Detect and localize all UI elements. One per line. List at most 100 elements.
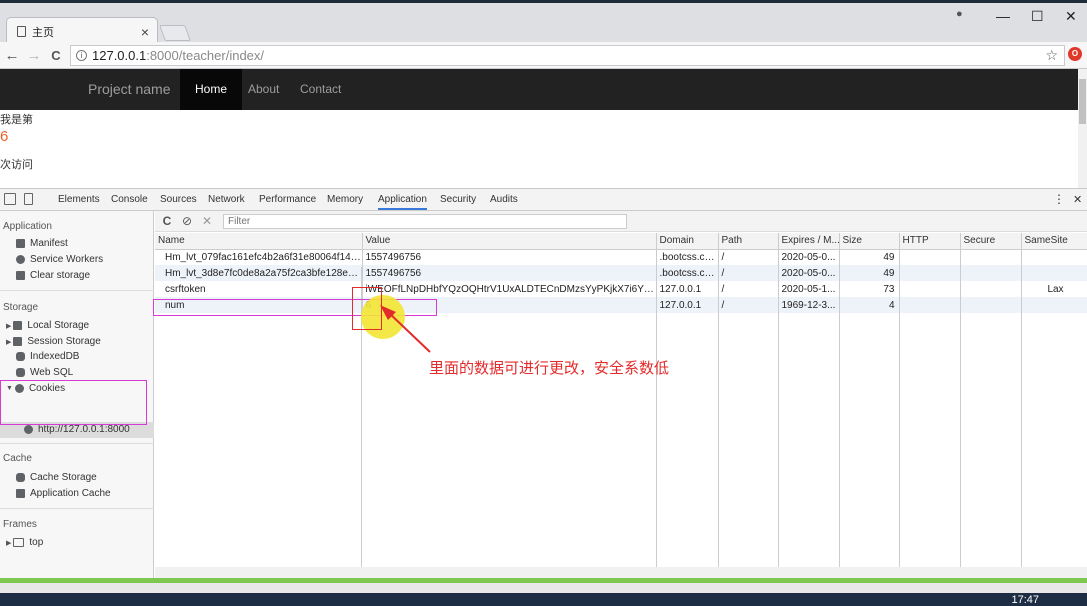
column-header-name[interactable]: Name bbox=[155, 233, 363, 250]
cookie-samesite[interactable] bbox=[1021, 249, 1087, 265]
sidebar-item-indexeddb[interactable]: IndexedDB bbox=[16, 351, 79, 362]
cookie-expires[interactable]: 2020-05-1... bbox=[778, 281, 840, 297]
address-bar[interactable]: i 127.0.0.1:8000/teacher/index/ ☆ bbox=[70, 45, 1065, 66]
sidebar-item-label: Service Workers bbox=[30, 254, 104, 265]
column-header-samesite[interactable]: SameSite bbox=[1021, 233, 1087, 250]
cookie-http[interactable] bbox=[899, 265, 961, 281]
column-header-secure[interactable]: Secure bbox=[960, 233, 1022, 250]
device-toolbar-icon[interactable] bbox=[24, 193, 33, 205]
cookie-expires[interactable]: 2020-05-0... bbox=[778, 249, 840, 265]
bookmark-star-icon[interactable]: ☆ bbox=[1045, 47, 1058, 64]
sidebar-item-web-sql[interactable]: Web SQL bbox=[16, 367, 73, 378]
page-scrollbar-thumb[interactable] bbox=[1079, 79, 1086, 124]
devtools-tab-console[interactable]: Console bbox=[111, 194, 148, 205]
cookie-value[interactable]: iWEOFfLNpDHbfYQzOQHtrV1UxALDTECnDMzsYyPK… bbox=[362, 281, 657, 297]
nav-contact[interactable]: Contact bbox=[285, 69, 356, 110]
devtools-menu-icon[interactable]: ⋮ bbox=[1053, 192, 1065, 206]
account-icon[interactable]: ● bbox=[956, 8, 963, 20]
column-header-expires[interactable]: Expires / M... bbox=[778, 233, 840, 250]
cookie-secure[interactable] bbox=[960, 297, 1022, 313]
clear-all-icon[interactable]: ⊘ bbox=[177, 214, 197, 228]
cookie-http[interactable] bbox=[899, 249, 961, 265]
sidebar-item-local-storage[interactable]: ▶ Local Storage bbox=[6, 320, 89, 331]
devtools-tab-network[interactable]: Network bbox=[208, 194, 245, 205]
cookie-value[interactable]: 1557496756 bbox=[362, 249, 657, 265]
sidebar-item-application-cache[interactable]: Application Cache bbox=[16, 488, 111, 499]
info-icon[interactable]: i bbox=[76, 50, 87, 61]
cookie-path[interactable]: / bbox=[718, 265, 779, 281]
cookie-secure[interactable] bbox=[960, 249, 1022, 265]
tab-close-icon[interactable]: × bbox=[141, 24, 149, 40]
sidebar-item-label: IndexedDB bbox=[30, 351, 80, 362]
devtools-tab-audits[interactable]: Audits bbox=[490, 194, 518, 205]
cookie-domain[interactable]: .bootcss.co... bbox=[656, 249, 719, 265]
sidebar-item-frame-top[interactable]: ▶ top bbox=[6, 537, 43, 548]
column-header-http[interactable]: HTTP bbox=[899, 233, 961, 250]
database-icon bbox=[16, 368, 25, 377]
reload-button[interactable]: C bbox=[45, 48, 67, 63]
cookie-size: 73 bbox=[839, 281, 900, 297]
cookie-expires[interactable]: 2020-05-0... bbox=[778, 265, 840, 281]
devtools-tab-application[interactable]: Application bbox=[378, 194, 427, 210]
sidebar-item-label: Local Storage bbox=[27, 320, 90, 331]
cookie-samesite[interactable] bbox=[1021, 265, 1087, 281]
column-header-size[interactable]: Size bbox=[839, 233, 900, 250]
sidebar-item-manifest[interactable]: Manifest bbox=[16, 238, 68, 249]
column-divider bbox=[1021, 267, 1022, 579]
cookie-samesite[interactable] bbox=[1021, 297, 1087, 313]
minimize-button[interactable]: — bbox=[996, 8, 1010, 24]
devtools-tab-memory[interactable]: Memory bbox=[327, 194, 363, 205]
sidebar-item-cache-storage[interactable]: Cache Storage bbox=[16, 472, 97, 483]
expand-triangle-icon[interactable]: ▶ bbox=[6, 539, 11, 547]
delete-selected-icon[interactable]: ✕ bbox=[197, 214, 217, 228]
cookie-http[interactable] bbox=[899, 281, 961, 297]
expand-triangle-icon[interactable]: ▶ bbox=[6, 322, 11, 330]
devtools-tab-security[interactable]: Security bbox=[440, 194, 476, 205]
expand-triangle-icon[interactable]: ▶ bbox=[6, 338, 11, 346]
sidebar-item-session-storage[interactable]: ▶ Session Storage bbox=[6, 336, 101, 347]
cookie-name[interactable]: Hm_lvt_079fac161efc4b2a6f31e80064f14e82 bbox=[155, 249, 363, 265]
cookie-path[interactable]: / bbox=[718, 281, 779, 297]
cookie-secure[interactable] bbox=[960, 281, 1022, 297]
refresh-icon[interactable]: C bbox=[157, 214, 177, 228]
sidebar-item-clear-storage[interactable]: Clear storage bbox=[16, 270, 90, 281]
column-header-path[interactable]: Path bbox=[718, 233, 779, 250]
cookie-domain[interactable]: .bootcss.co... bbox=[656, 265, 719, 281]
back-button[interactable]: ← bbox=[1, 47, 23, 64]
window-close-button[interactable]: ✕ bbox=[1065, 8, 1077, 25]
sidebar-item-cookie-origin[interactable]: http://127.0.0.1:8000 bbox=[24, 424, 130, 435]
cookie-domain[interactable]: 127.0.0.1 bbox=[656, 297, 719, 313]
inspect-element-icon[interactable] bbox=[4, 193, 16, 205]
column-header-value[interactable]: Value bbox=[362, 233, 657, 250]
forward-button[interactable]: → bbox=[23, 47, 45, 64]
devtools-tab-performance[interactable]: Performance bbox=[259, 194, 316, 205]
frame-icon bbox=[13, 538, 25, 547]
sidebar-item-service-workers[interactable]: Service Workers bbox=[16, 254, 103, 265]
visit-text-prefix: 我是第 bbox=[0, 114, 33, 126]
extension-icon[interactable]: O bbox=[1068, 47, 1082, 61]
table-row[interactable]: Hm_lvt_3d8e7fc0de8a2a75f2ca3bfe128e6391 … bbox=[155, 265, 1087, 281]
devtools-tab-elements[interactable]: Elements bbox=[58, 194, 100, 205]
devtools-close-icon[interactable]: ✕ bbox=[1073, 193, 1082, 206]
devtools-tab-sources[interactable]: Sources bbox=[160, 194, 197, 205]
new-tab-button[interactable] bbox=[159, 25, 191, 41]
cookie-name[interactable]: csrftoken bbox=[155, 281, 363, 297]
cookie-filter-input[interactable] bbox=[223, 214, 627, 229]
page-scrollbar[interactable] bbox=[1078, 69, 1087, 188]
cookie-secure[interactable] bbox=[960, 265, 1022, 281]
cookie-name[interactable]: Hm_lvt_3d8e7fc0de8a2a75f2ca3bfe128e6391 bbox=[155, 265, 363, 281]
table-row[interactable]: csrftoken iWEOFfLNpDHbfYQzOQHtrV1UxALDTE… bbox=[155, 281, 1087, 297]
cookie-value[interactable]: 1557496756 bbox=[362, 265, 657, 281]
column-header-domain[interactable]: Domain bbox=[656, 233, 719, 250]
cookie-samesite[interactable]: Lax bbox=[1021, 281, 1087, 297]
devtools-panel: Elements Console Sources Network Perform… bbox=[0, 188, 1087, 593]
browser-tab[interactable]: 主页 × bbox=[6, 17, 158, 45]
cookie-expires[interactable]: 1969-12-3... bbox=[778, 297, 840, 313]
cookie-path[interactable]: / bbox=[718, 297, 779, 313]
cookie-path[interactable]: / bbox=[718, 249, 779, 265]
navbar-brand[interactable]: Project name bbox=[88, 81, 170, 97]
cookie-http[interactable] bbox=[899, 297, 961, 313]
maximize-button[interactable]: ☐ bbox=[1031, 8, 1044, 25]
table-row[interactable]: Hm_lvt_079fac161efc4b2a6f31e80064f14e82 … bbox=[155, 249, 1087, 265]
cookie-domain[interactable]: 127.0.0.1 bbox=[656, 281, 719, 297]
